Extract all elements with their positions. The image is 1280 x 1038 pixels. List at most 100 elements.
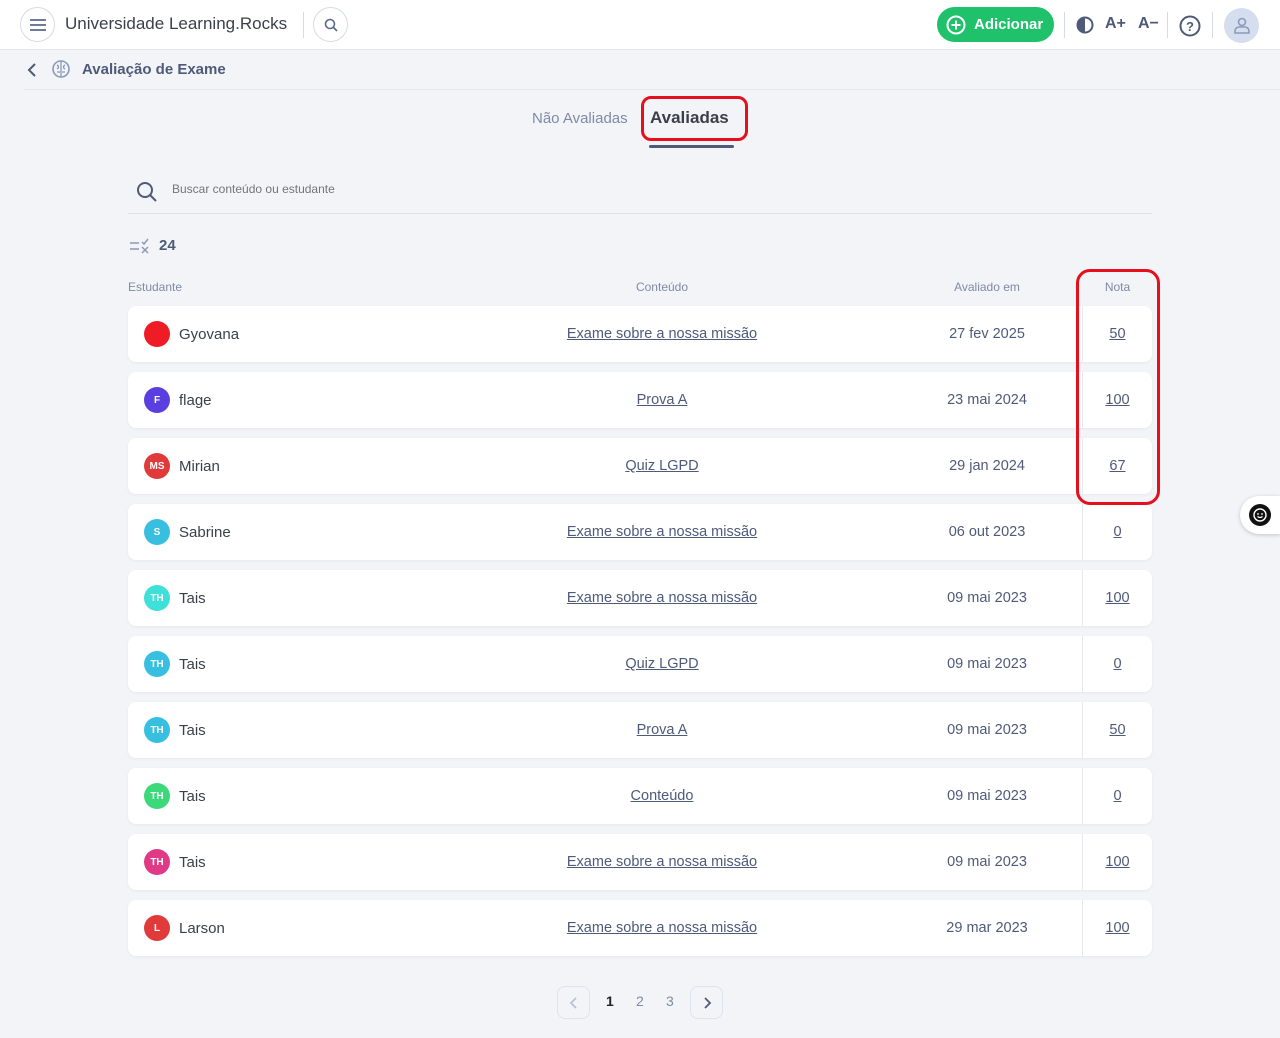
grade-link[interactable]: 0 bbox=[1083, 524, 1152, 540]
next-page-button[interactable] bbox=[690, 986, 723, 1019]
student-avatar: TH bbox=[144, 783, 170, 809]
table-row: F flage Prova A 23 mai 2024 100 bbox=[128, 372, 1152, 428]
column-header-student: Estudante bbox=[128, 280, 183, 294]
divider bbox=[1064, 12, 1065, 38]
search-button[interactable] bbox=[313, 7, 348, 42]
student-name: Tais bbox=[179, 788, 206, 805]
table-row: TH Tais Conteúdo 09 mai 2023 0 bbox=[128, 768, 1152, 824]
feedback-widget[interactable] bbox=[1240, 496, 1280, 534]
evaluated-date: 29 mar 2023 bbox=[946, 920, 1028, 936]
evaluated-date: 29 jan 2024 bbox=[949, 458, 1025, 474]
evaluated-date: 09 mai 2023 bbox=[947, 656, 1027, 672]
brain-icon bbox=[52, 60, 70, 78]
divider bbox=[24, 89, 1280, 90]
font-increase-button[interactable]: A+ bbox=[1105, 15, 1126, 33]
student-avatar: S bbox=[144, 519, 170, 545]
search-input[interactable] bbox=[172, 182, 772, 196]
user-avatar[interactable] bbox=[1224, 8, 1259, 43]
table-row: L Larson Exame sobre a nossa missão 29 m… bbox=[128, 900, 1152, 956]
student-avatar: TH bbox=[144, 717, 170, 743]
student-avatar: TH bbox=[144, 849, 170, 875]
table-row: S Sabrine Exame sobre a nossa missão 06 … bbox=[128, 504, 1152, 560]
divider bbox=[303, 12, 304, 38]
content-link[interactable]: Conteúdo bbox=[512, 788, 812, 804]
evaluated-date: 09 mai 2023 bbox=[947, 788, 1027, 804]
grade-link[interactable]: 0 bbox=[1083, 656, 1152, 672]
content-link[interactable]: Exame sobre a nossa missão bbox=[512, 920, 812, 936]
student-avatar bbox=[144, 321, 170, 347]
active-tab-indicator bbox=[649, 145, 734, 148]
prev-page-button[interactable] bbox=[557, 986, 590, 1019]
evaluated-date: 09 mai 2023 bbox=[947, 722, 1027, 738]
divider bbox=[1212, 12, 1213, 38]
student-name: Tais bbox=[179, 854, 206, 871]
evaluated-date: 09 mai 2023 bbox=[947, 590, 1027, 606]
table-row: MS Mirian Quiz LGPD 29 jan 2024 67 bbox=[128, 438, 1152, 494]
student-avatar: L bbox=[144, 915, 170, 941]
result-count: 24 bbox=[159, 237, 176, 254]
svg-text:?: ? bbox=[1186, 19, 1194, 34]
student-name: Mirian bbox=[179, 458, 220, 475]
content-link[interactable]: Exame sobre a nossa missão bbox=[512, 326, 812, 342]
grade-link[interactable]: 100 bbox=[1083, 854, 1152, 870]
chevron-left-icon bbox=[569, 996, 577, 1009]
search-bar bbox=[128, 170, 1152, 214]
app-title: Universidade Learning.Rocks bbox=[65, 14, 288, 33]
user-icon bbox=[1233, 17, 1250, 34]
font-decrease-button[interactable]: A− bbox=[1138, 15, 1159, 33]
student-avatar: MS bbox=[144, 453, 170, 479]
page-2[interactable]: 2 bbox=[636, 993, 644, 1009]
back-icon[interactable] bbox=[26, 62, 38, 78]
add-button[interactable]: Adicionar bbox=[937, 7, 1054, 42]
grade-link[interactable]: 0 bbox=[1083, 788, 1152, 804]
evaluated-date: 27 fev 2025 bbox=[949, 326, 1025, 342]
student-avatar: TH bbox=[144, 585, 170, 611]
content-link[interactable]: Quiz LGPD bbox=[512, 458, 812, 474]
plus-circle-icon bbox=[946, 15, 966, 34]
highlight-annotation bbox=[641, 96, 748, 141]
student-name: Sabrine bbox=[179, 524, 231, 541]
search-icon bbox=[324, 18, 338, 32]
content-link[interactable]: Exame sobre a nossa missão bbox=[512, 524, 812, 540]
top-bar: Universidade Learning.Rocks Adicionar A+… bbox=[0, 0, 1280, 50]
table-row: TH Tais Quiz LGPD 09 mai 2023 0 bbox=[128, 636, 1152, 692]
menu-button[interactable] bbox=[20, 7, 55, 42]
content-link[interactable]: Quiz LGPD bbox=[512, 656, 812, 672]
highlight-annotation bbox=[1076, 269, 1160, 505]
student-avatar: F bbox=[144, 387, 170, 413]
smile-icon bbox=[1249, 504, 1271, 526]
content-link[interactable]: Exame sobre a nossa missão bbox=[512, 590, 812, 606]
search-icon bbox=[137, 182, 157, 202]
page-1[interactable]: 1 bbox=[606, 993, 614, 1009]
content-link[interactable]: Prova A bbox=[512, 392, 812, 408]
page-3[interactable]: 3 bbox=[666, 993, 674, 1009]
student-name: Gyovana bbox=[179, 326, 240, 343]
evaluated-date: 09 mai 2023 bbox=[947, 854, 1027, 870]
student-name: Tais bbox=[179, 656, 206, 673]
student-name: Tais bbox=[179, 722, 206, 739]
column-header-date: Avaliado em bbox=[954, 280, 1020, 294]
student-name: flage bbox=[179, 392, 212, 409]
filter-graded-icon bbox=[130, 238, 149, 254]
table-row: Gyovana Exame sobre a nossa missão 27 fe… bbox=[128, 306, 1152, 362]
grade-link[interactable]: 50 bbox=[1083, 722, 1152, 738]
grade-link[interactable]: 100 bbox=[1083, 590, 1152, 606]
table-row: TH Tais Exame sobre a nossa missão 09 ma… bbox=[128, 834, 1152, 890]
content-link[interactable]: Exame sobre a nossa missão bbox=[512, 854, 812, 870]
divider bbox=[1167, 12, 1168, 38]
grade-link[interactable]: 100 bbox=[1083, 920, 1152, 936]
help-icon[interactable]: ? bbox=[1179, 15, 1201, 37]
student-avatar: TH bbox=[144, 651, 170, 677]
chevron-right-icon bbox=[703, 996, 711, 1009]
hamburger-icon bbox=[29, 18, 46, 31]
tab-nao-avaliadas[interactable]: Não Avaliadas bbox=[532, 110, 628, 127]
content-link[interactable]: Prova A bbox=[512, 722, 812, 738]
add-label: Adicionar bbox=[974, 16, 1044, 33]
student-name: Tais bbox=[179, 590, 206, 607]
page-title: Avaliação de Exame bbox=[82, 61, 226, 78]
contrast-icon[interactable] bbox=[1076, 16, 1094, 34]
table-row: TH Tais Prova A 09 mai 2023 50 bbox=[128, 702, 1152, 758]
column-header-content: Conteúdo bbox=[635, 280, 689, 294]
evaluated-date: 06 out 2023 bbox=[948, 524, 1026, 540]
student-name: Larson bbox=[179, 920, 225, 937]
